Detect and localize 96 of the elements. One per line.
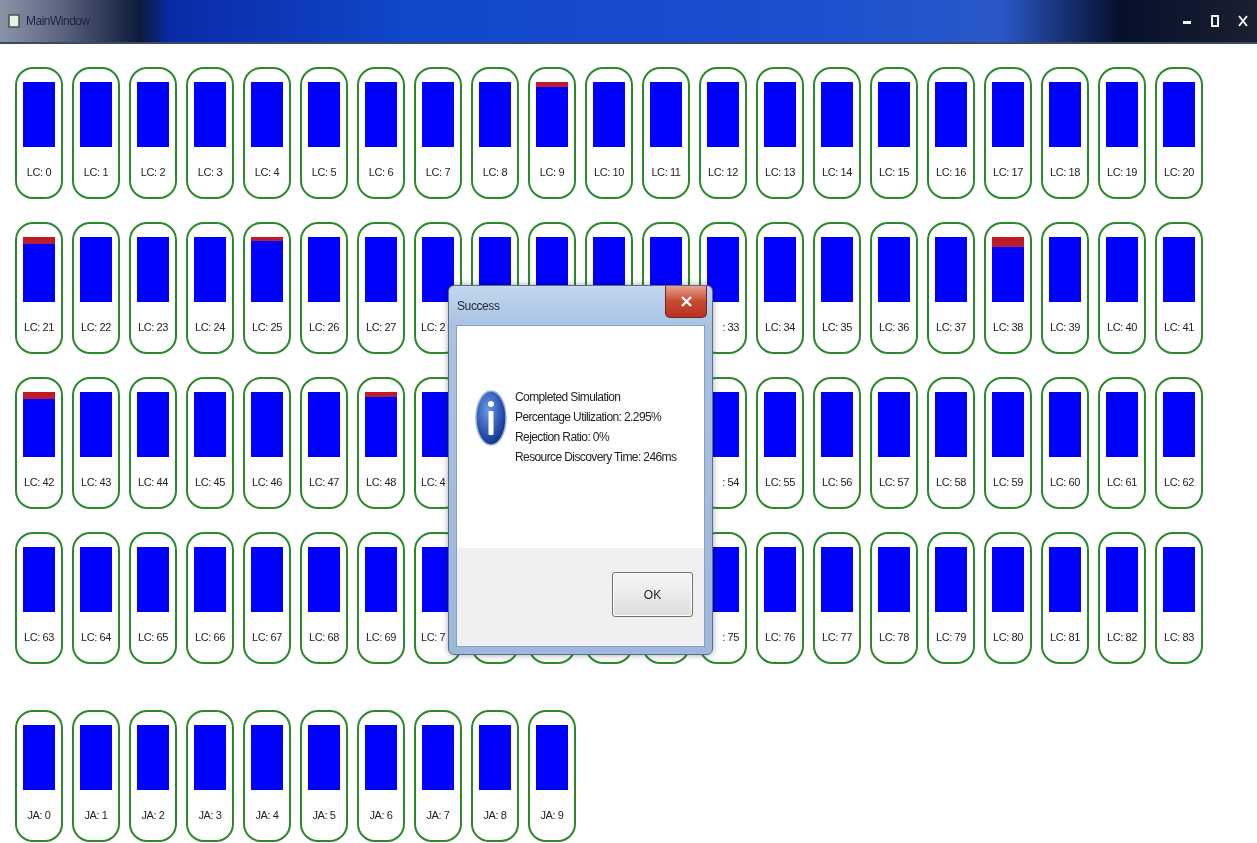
node-label: LC: 47 bbox=[309, 476, 339, 488]
window-title: MainWindow bbox=[26, 14, 90, 28]
dialog-title: Success bbox=[457, 298, 500, 313]
node-label: LC: 4 bbox=[421, 476, 446, 488]
node-label: LC: 42 bbox=[24, 476, 54, 488]
node-label: LC: 17 bbox=[993, 166, 1023, 178]
node-label: JA: 1 bbox=[84, 809, 108, 821]
node-label: LC: 82 bbox=[1107, 631, 1137, 643]
node-label: LC: 0 bbox=[26, 166, 52, 178]
close-button[interactable] bbox=[665, 286, 707, 318]
node-label: LC: 12 bbox=[708, 166, 738, 178]
node-label: LC: 9 bbox=[539, 166, 565, 178]
node-label: LC: 7 bbox=[421, 631, 446, 643]
node-label: JA: 9 bbox=[540, 809, 564, 821]
node-label: LC: 45 bbox=[195, 476, 225, 488]
node-label: LC: 22 bbox=[81, 321, 111, 333]
node-label: LC: 40 bbox=[1107, 321, 1137, 333]
node-label: LC: 14 bbox=[822, 166, 852, 178]
node-label: LC: 62 bbox=[1164, 476, 1194, 488]
node-label: LC: 2 bbox=[421, 321, 446, 333]
node-label: LC: 4 bbox=[254, 166, 280, 178]
node-label: LC: 35 bbox=[822, 321, 852, 333]
node-label: LC: 58 bbox=[936, 476, 966, 488]
node-label: LC: 16 bbox=[936, 166, 966, 178]
node-label: LC: 69 bbox=[366, 631, 396, 643]
node-label: LC: 64 bbox=[81, 631, 111, 643]
node-label: LC: 77 bbox=[822, 631, 852, 643]
close-icon bbox=[680, 296, 692, 307]
node-label: LC: 8 bbox=[482, 166, 508, 178]
node-label: LC: 11 bbox=[651, 166, 681, 178]
message-line: Percentage Utilization: 2.295% bbox=[515, 409, 663, 426]
node-label: JA: 3 bbox=[198, 809, 222, 821]
node-label: LC: 37 bbox=[936, 321, 966, 333]
node-label: JA: 8 bbox=[483, 809, 507, 821]
node-label: JA: 6 bbox=[369, 809, 393, 821]
node-label: LC: 6 bbox=[368, 166, 394, 178]
maximize-icon bbox=[1209, 15, 1221, 27]
node-label: LC: 79 bbox=[936, 631, 966, 643]
node-label: LC: 13 bbox=[765, 166, 795, 178]
node-label: LC: 46 bbox=[252, 476, 282, 488]
node-label: LC: 56 bbox=[822, 476, 852, 488]
node-label: LC: 76 bbox=[765, 631, 795, 643]
node-label: LC: 63 bbox=[24, 631, 54, 643]
node-label: LC: 25 bbox=[252, 321, 282, 333]
node-label: LC: 60 bbox=[1050, 476, 1080, 488]
ok-button[interactable]: OK bbox=[612, 572, 693, 617]
node-label: LC: 55 bbox=[765, 476, 795, 488]
app-icon bbox=[8, 14, 20, 28]
node-label: LC: 65 bbox=[138, 631, 168, 643]
node-label: LC: 44 bbox=[138, 476, 168, 488]
node-label: LC: 3 bbox=[197, 166, 223, 178]
node-label: LC: 26 bbox=[309, 321, 339, 333]
node-label: : 33 bbox=[722, 321, 739, 333]
node-label: LC: 7 bbox=[425, 166, 451, 178]
message-line: Completed Simulation bbox=[515, 389, 622, 406]
node-label: LC: 43 bbox=[81, 476, 111, 488]
node-label: LC: 19 bbox=[1107, 166, 1137, 178]
node-label: LC: 27 bbox=[366, 321, 396, 333]
node-label: LC: 1 bbox=[83, 166, 109, 178]
node-label: LC: 15 bbox=[879, 166, 909, 178]
node-label: JA: 2 bbox=[141, 809, 165, 821]
node-label: : 75 bbox=[722, 631, 739, 643]
node-label: LC: 38 bbox=[993, 321, 1023, 333]
node-label: LC: 24 bbox=[195, 321, 225, 333]
node-label: LC: 80 bbox=[993, 631, 1023, 643]
node-label: LC: 67 bbox=[252, 631, 282, 643]
node-label: LC: 5 bbox=[311, 166, 337, 178]
node-label: : 54 bbox=[722, 476, 739, 488]
info-icon bbox=[475, 389, 507, 447]
node-label: LC: 39 bbox=[1050, 321, 1080, 333]
node-label: LC: 48 bbox=[366, 476, 396, 488]
node-label: LC: 61 bbox=[1107, 476, 1137, 488]
node-label: LC: 78 bbox=[879, 631, 909, 643]
node-label: LC: 36 bbox=[879, 321, 909, 333]
node-label: LC: 21 bbox=[24, 321, 54, 333]
node-label: LC: 81 bbox=[1050, 631, 1080, 643]
node-label: JA: 7 bbox=[426, 809, 450, 821]
node-label: LC: 10 bbox=[594, 166, 624, 178]
node-label: LC: 59 bbox=[993, 476, 1023, 488]
node-label: LC: 66 bbox=[195, 631, 225, 643]
node-label: LC: 57 bbox=[879, 476, 909, 488]
node-label: JA: 0 bbox=[27, 809, 51, 821]
node-label: JA: 5 bbox=[312, 809, 336, 821]
close-icon bbox=[1237, 15, 1249, 27]
message-line: Rejection Ratio: 0% bbox=[515, 429, 611, 446]
node-label: LC: 23 bbox=[138, 321, 168, 333]
node-label: LC: 34 bbox=[765, 321, 795, 333]
node-label: LC: 2 bbox=[140, 166, 166, 178]
node-label: LC: 83 bbox=[1164, 631, 1194, 643]
node-label: LC: 18 bbox=[1050, 166, 1080, 178]
capacity-bar bbox=[707, 237, 739, 302]
node-label: LC: 20 bbox=[1164, 166, 1194, 178]
message-line: Resource Discovery Time: 246ms bbox=[515, 449, 677, 466]
node-label: JA: 4 bbox=[255, 809, 279, 821]
node-label: LC: 41 bbox=[1164, 321, 1194, 333]
node-label: LC: 68 bbox=[309, 631, 339, 643]
